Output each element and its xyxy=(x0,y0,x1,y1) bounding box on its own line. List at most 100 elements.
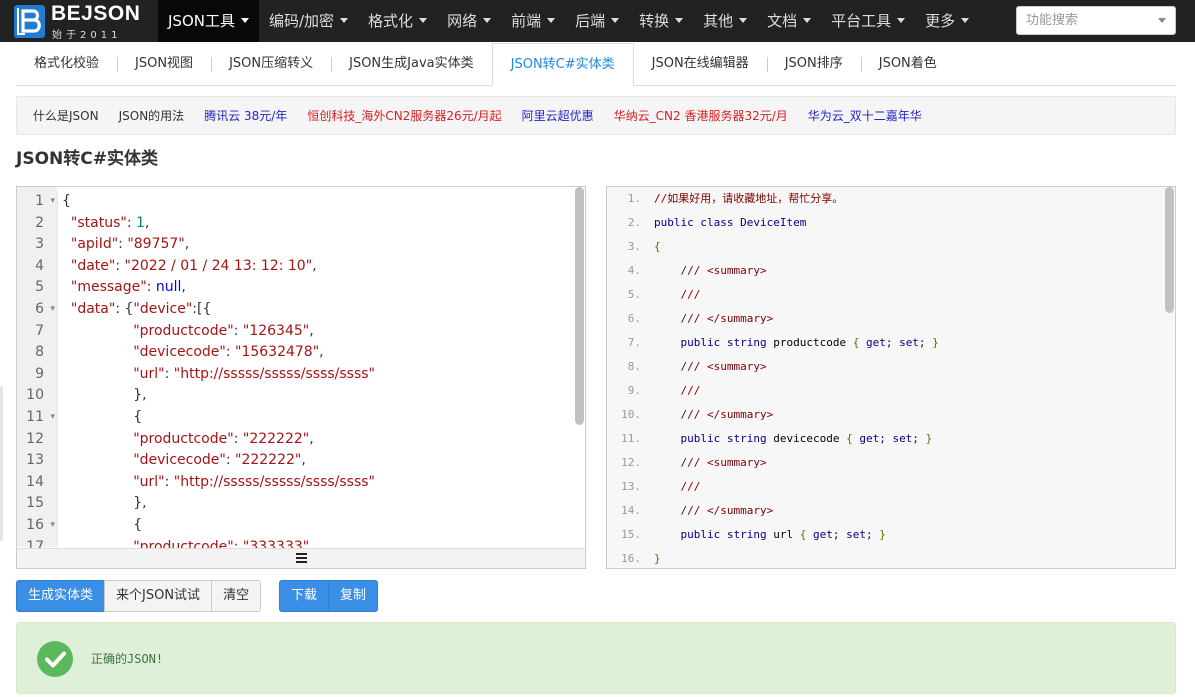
code-token: } xyxy=(879,528,886,541)
nav-item-9[interactable]: 平台工具 xyxy=(821,0,915,42)
feature-search-input[interactable] xyxy=(1017,7,1157,34)
menu-icon[interactable] xyxy=(296,553,307,565)
code-token: public string xyxy=(680,528,774,541)
nav-item-0[interactable]: JSON工具 xyxy=(158,0,259,42)
code-line: { xyxy=(58,515,575,537)
code-token: { xyxy=(62,408,143,425)
code-token: "15632478" xyxy=(235,344,320,361)
line-number: 2. xyxy=(627,216,641,229)
link-4[interactable]: 阿里云超优惠 xyxy=(522,107,594,124)
nav-item-6[interactable]: 转换 xyxy=(629,0,693,42)
generate-class-button[interactable]: 生成实体类 xyxy=(16,580,106,612)
tab-1[interactable]: JSON视图 xyxy=(117,43,211,85)
bejson-logo[interactable]: BEJSON 始于2011 xyxy=(14,2,140,41)
feature-search[interactable] xyxy=(1016,6,1176,35)
code-token: , xyxy=(309,430,314,447)
code-line: //如果好用，请收藏地址，帮忙分享。 xyxy=(654,187,1164,211)
action-button-group: 生成实体类 来个JSON试试 清空 xyxy=(16,580,262,612)
line-number-text: 10 xyxy=(26,387,44,404)
csharp-output-code[interactable]: //如果好用，请收藏地址，帮忙分享。 public class DeviceIte… xyxy=(654,187,1164,568)
tab-3[interactable]: JSON生成Java实体类 xyxy=(331,43,492,85)
tab-0[interactable]: 格式化校验 xyxy=(16,43,117,85)
nav-item-label: 编码/加密 xyxy=(268,12,335,30)
code-token: devicecode xyxy=(773,432,847,445)
link-3[interactable]: 恒创科技_海外CN2服务器26元/月起 xyxy=(307,107,501,124)
caret-down-icon xyxy=(240,18,249,23)
nav-item-2[interactable]: 格式化 xyxy=(358,0,437,42)
link-0[interactable]: 什么是JSON xyxy=(33,107,99,124)
json-input-editor[interactable]: 1 ▾ 2 3 4 5 6 ▾ 7 8 9 10 11 ▾ 12 13 14 15 16 ▾ 17 { "status"… xyxy=(16,186,586,569)
vertical-scrollbar[interactable] xyxy=(1165,187,1174,313)
code-token: { xyxy=(62,516,143,533)
json-input-code[interactable]: { "status": 1, "apiId": "89757", "date":… xyxy=(57,191,575,555)
fold-arrow-icon[interactable]: ▾ xyxy=(50,407,55,429)
sample-json-button[interactable]: 来个JSON试试 xyxy=(104,580,213,612)
line-number: 5 xyxy=(17,277,57,299)
nav-item-7[interactable]: 其他 xyxy=(693,0,757,42)
code-line: /// <summary> xyxy=(654,355,1164,379)
clear-button[interactable]: 清空 xyxy=(211,580,262,612)
code-token: "productcode" xyxy=(133,322,234,339)
code-token: url xyxy=(773,528,800,541)
code-line: public string productcode { get; set; } xyxy=(654,331,1164,355)
nav-item-label: 后端 xyxy=(575,12,606,30)
code-token: : xyxy=(164,365,174,382)
code-token: : xyxy=(146,279,156,296)
editor-resize-handle[interactable] xyxy=(17,548,585,568)
code-line: { xyxy=(654,235,1164,259)
fold-arrow-icon[interactable]: ▾ xyxy=(50,191,55,213)
line-number-text: 12 xyxy=(26,430,44,447)
csharp-output-editor[interactable]: 1. 2. 3. 4. 5. 6. 7. 8. 9. 10. 11. 12. 13. 14. 15. 16. … xyxy=(606,186,1176,569)
code-line: "productcode": "126345", xyxy=(58,321,575,343)
chevron-down-icon[interactable] xyxy=(1158,18,1166,23)
nav-item-5[interactable]: 后端 xyxy=(565,0,629,42)
check-circle-icon xyxy=(37,641,73,677)
brand-name: BEJSON xyxy=(51,2,141,25)
download-button[interactable]: 下载 xyxy=(279,580,330,612)
line-number: 9. xyxy=(627,384,641,397)
nav-item-1[interactable]: 编码/加密 xyxy=(259,0,358,42)
brand-subtitle: 始于2011 xyxy=(52,30,122,41)
link-5[interactable]: 华纳云_CN2 香港服务器32元/月 xyxy=(614,107,788,124)
tab-7[interactable]: JSON着色 xyxy=(860,43,955,85)
code-token: "message" xyxy=(70,279,147,296)
nav-item-10[interactable]: 更多 xyxy=(915,0,979,42)
code-line: } xyxy=(654,547,1164,568)
vertical-scrollbar[interactable] xyxy=(575,187,584,425)
code-line: /// <summary> xyxy=(654,259,1164,283)
nav-item-label: 平台工具 xyxy=(831,12,892,30)
tab-2[interactable]: JSON压缩转义 xyxy=(211,43,331,85)
caret-down-icon xyxy=(547,18,556,23)
link-1[interactable]: JSON的用法 xyxy=(119,107,185,124)
link-bar: 什么是JSON JSON的用法 腾讯云 38元/年 恒创科技_海外CN2服务器26元/… xyxy=(16,96,1176,135)
code-token: //如果好用，请收藏地址，帮忙分享。 xyxy=(654,192,844,205)
copy-button[interactable]: 复制 xyxy=(328,580,379,612)
code-token: public string xyxy=(680,336,774,349)
code-token: /// <summary> xyxy=(680,264,767,277)
nav-item-8[interactable]: 文档 xyxy=(757,0,821,42)
nav-item-3[interactable]: 网络 xyxy=(437,0,501,42)
fold-arrow-icon[interactable]: ▾ xyxy=(50,515,55,537)
line-number: 1 ▾ xyxy=(17,191,57,213)
line-number: 4. xyxy=(627,264,641,277)
link-2[interactable]: 腾讯云 38元/年 xyxy=(204,107,287,124)
tab-6[interactable]: JSON排序 xyxy=(766,43,861,85)
fold-arrow-icon[interactable]: ▾ xyxy=(50,299,55,321)
line-number-text: 15 xyxy=(26,495,44,512)
link-6[interactable]: 华为云_双十二嘉年华 xyxy=(808,107,922,124)
code-token: "apiId" xyxy=(70,236,119,253)
tab-5[interactable]: JSON在线编辑器 xyxy=(634,43,767,85)
tab-4[interactable]: JSON转C#实体类 xyxy=(491,43,634,87)
line-number: 16. xyxy=(621,552,641,565)
nav-item-4[interactable]: 前端 xyxy=(501,0,565,42)
code-line: }, xyxy=(58,493,575,515)
line-number-text: 4 xyxy=(35,257,44,274)
code-token: : xyxy=(225,344,236,361)
